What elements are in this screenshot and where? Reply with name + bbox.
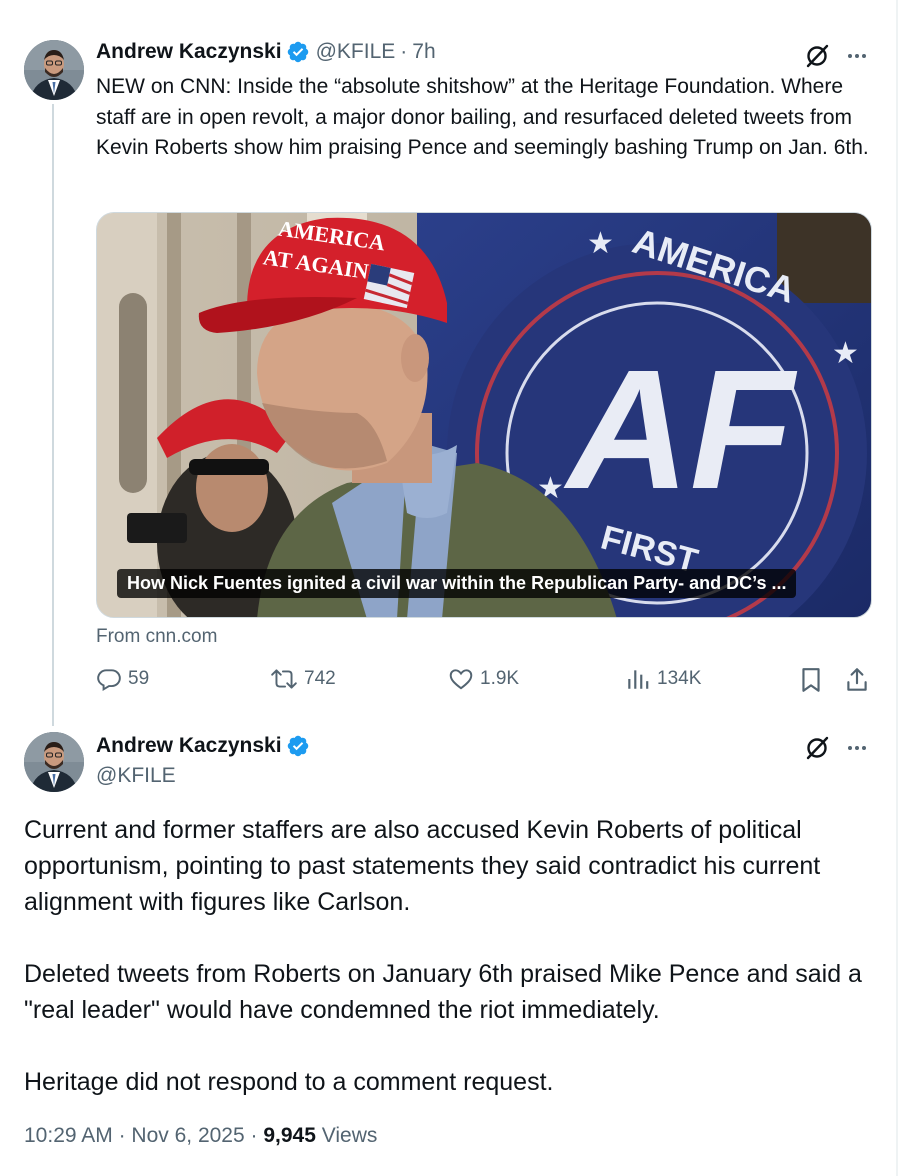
reply-count: 59 <box>128 668 150 689</box>
svg-text:★: ★ <box>587 226 614 261</box>
bookmark-button[interactable] <box>798 666 824 699</box>
tweet-paragraph: Deleted tweets from Roberts on January 6… <box>24 960 862 1024</box>
tweet-actions-top <box>803 42 871 70</box>
tweet-actions-top <box>803 734 871 762</box>
share-icon <box>847 668 867 691</box>
like-button[interactable]: 1.9K <box>448 666 519 692</box>
grok-icon[interactable] <box>803 734 831 762</box>
author-name[interactable]: Andrew Kaczynski <box>96 40 282 64</box>
tweet-time[interactable]: 10:29 AM <box>24 1124 113 1147</box>
repost-icon <box>271 669 297 689</box>
more-icon[interactable] <box>831 734 871 762</box>
views-count: 134K <box>657 668 702 689</box>
author-handle[interactable]: @KFILE <box>316 40 396 64</box>
tweet-header: Andrew Kaczynski <box>96 734 310 758</box>
tweet-text: NEW on CNN: Inside the “absolute shitsho… <box>96 75 869 159</box>
verified-badge-icon <box>286 734 310 758</box>
tweet-header: Andrew Kaczynski @KFILE · 7h <box>96 40 436 64</box>
avatar[interactable] <box>24 40 84 100</box>
separator: · <box>118 1124 126 1147</box>
repost-count: 742 <box>304 668 336 689</box>
card-title[interactable]: How Nick Fuentes ignited a civil war wit… <box>117 569 797 598</box>
card-source[interactable]: From cnn.com <box>96 626 217 648</box>
separator: · <box>250 1124 258 1147</box>
repost-button[interactable]: 742 <box>270 666 336 692</box>
reply-icon <box>97 669 121 692</box>
tweet-paragraph: Heritage did not respond to a comment re… <box>24 1068 554 1096</box>
thread-connector-line <box>52 104 54 726</box>
views-button[interactable]: 134K <box>625 666 701 692</box>
reply-button[interactable]: 59 <box>96 666 149 692</box>
author-handle[interactable]: @KFILE <box>96 764 176 788</box>
like-count: 1.9K <box>480 668 520 689</box>
share-button[interactable] <box>844 666 870 699</box>
tweet-age[interactable]: 7h <box>412 40 435 64</box>
author-name[interactable]: Andrew Kaczynski <box>96 734 282 758</box>
like-icon <box>449 669 473 690</box>
tweet-meta: 10:29 AM · Nov 6, 2025 · 9,945 Views <box>24 1124 377 1148</box>
column-border <box>896 0 898 1176</box>
tweet-date[interactable]: Nov 6, 2025 <box>131 1124 244 1147</box>
views-count: 9,945 <box>263 1124 316 1147</box>
tweet-paragraph: Current and former staffers are also acc… <box>24 816 821 916</box>
views-icon <box>628 670 649 689</box>
tweet-text: Current and former staffers are also acc… <box>24 812 884 1100</box>
more-icon[interactable] <box>831 42 871 70</box>
grok-icon[interactable] <box>803 42 831 70</box>
bookmark-icon <box>802 668 820 692</box>
verified-badge-icon <box>286 40 310 64</box>
svg-text:★: ★ <box>832 336 859 371</box>
card-image: AMERICA AF FIRST ★ ★ ★ AMERICA AT AGAIN <box>97 213 871 617</box>
avatar[interactable] <box>24 732 84 792</box>
separator: · <box>400 40 408 63</box>
link-card[interactable]: AMERICA AF FIRST ★ ★ ★ AMERICA AT AGAIN … <box>96 212 872 618</box>
views-label: Views <box>321 1124 378 1147</box>
flag-letters: AF <box>563 335 798 525</box>
